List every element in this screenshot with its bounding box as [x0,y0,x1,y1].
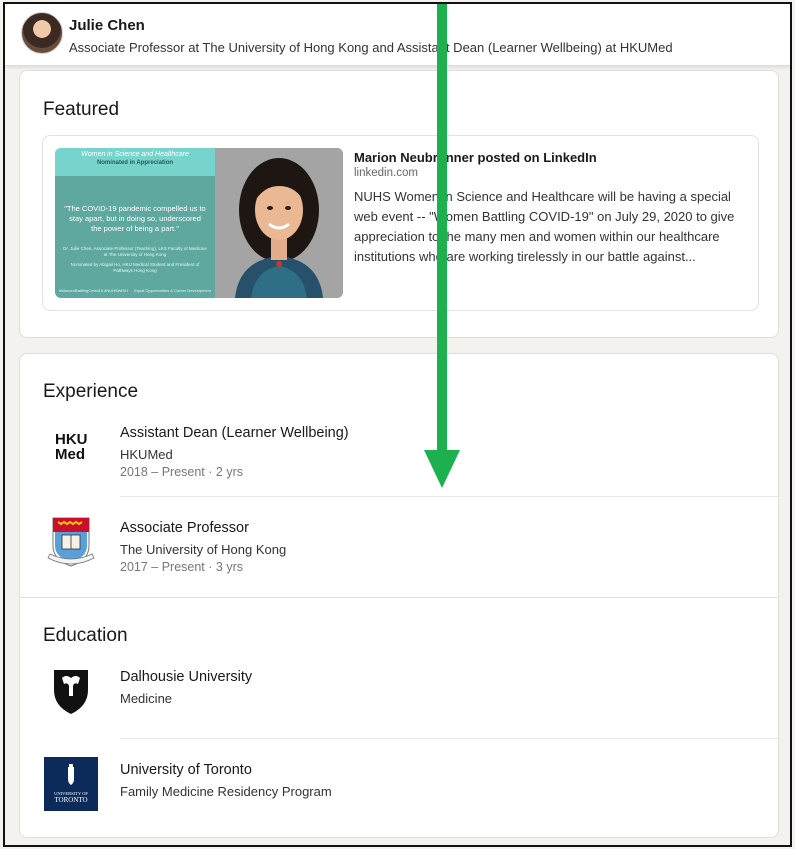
featured-post-domain: linkedin.com [354,167,418,179]
hku-crest-logo[interactable] [44,514,98,568]
profile-frame: Julie Chen Associate Professor at The Un… [3,2,792,847]
dalhousie-shield-mark [54,670,88,714]
hkumed-logo-line2: Med [55,446,85,463]
uoft-logo-mark: UNIVERSITY OF TORONTO [44,757,98,811]
poster-credit: Dr. Julie Chen, Associate Professor (Tea… [63,246,207,274]
education-item-school[interactable]: University of Toronto [120,762,252,778]
poster-nominated: Nominated by Abigail Ho, HKU Medical Stu… [70,261,200,273]
featured-post-image[interactable]: Women in Science and Healthcare Nominate… [55,148,343,298]
experience-item-dates: 2018 – Present · 2 yrs [120,465,243,479]
experience-item-title[interactable]: Associate Professor [120,520,249,536]
profile-headline: Associate Professor at The University of… [69,40,673,55]
featured-post[interactable]: Women in Science and Healthcare Nominate… [42,135,759,311]
section-divider [20,597,778,598]
hkumed-logo[interactable]: HKU Med [44,420,98,474]
featured-post-description: NUHS Women in Science and Healthcare wil… [354,189,735,264]
profile-sticky-header: Julie Chen Associate Professor at The Un… [5,4,790,66]
portrait-photo [215,148,343,298]
featured-post-author[interactable]: Marion Neubronner posted on LinkedIn [354,150,597,165]
profile-name[interactable]: Julie Chen [69,17,145,34]
poster-quote: "The COVID-19 pandemic compelled us to s… [64,204,206,233]
experience-item-title[interactable]: Assistant Dean (Learner Wellbeing) [120,425,349,441]
poster-banner: Women in Science and Healthcare Nominate… [55,148,215,176]
hkumed-logo-mark: HKU Med [55,431,88,463]
poster-subtitle: Nominated in Appreciation [96,160,174,166]
uoft-logo-line2: TORONTO [54,796,87,804]
experience-heading: Experience [43,381,139,402]
entry-divider [120,496,778,497]
event-poster: Women in Science and Healthcare Nominate… [55,148,215,298]
poster-hashtags: #WomenBattlingCovid19 #NUHSWiSH [59,288,128,294]
hku-crest-mark [47,517,95,567]
education-item-field: Medicine [120,691,173,706]
poster-title: Women in Science and Healthcare [81,151,189,158]
portrait-illustration [215,148,343,298]
avatar[interactable] [21,12,63,54]
poster-credit-name: Dr. Julie Chen, Associate Professor (Tea… [63,246,207,258]
uoft-logo[interactable]: UNIVERSITY OF TORONTO [44,757,98,811]
experience-education-card: Experience HKU Med Assistant Dean (Learn… [19,353,779,838]
education-item-field: Family Medicine Residency Program [120,784,332,799]
education-item-school[interactable]: Dalhousie University [120,669,252,685]
experience-item-org[interactable]: HKUMed [120,447,173,462]
featured-heading: Featured [43,99,120,120]
experience-item-org[interactable]: The University of Hong Kong [120,542,286,557]
poster-eo: Equal Opportunities & Career Development [134,288,211,294]
education-heading: Education [43,625,128,646]
entry-divider [120,738,778,739]
dalhousie-shield-logo[interactable] [44,664,98,718]
featured-card: Featured Women in Science and Healthcare… [19,70,779,338]
experience-item-dates: 2017 – Present · 3 yrs [120,560,243,574]
